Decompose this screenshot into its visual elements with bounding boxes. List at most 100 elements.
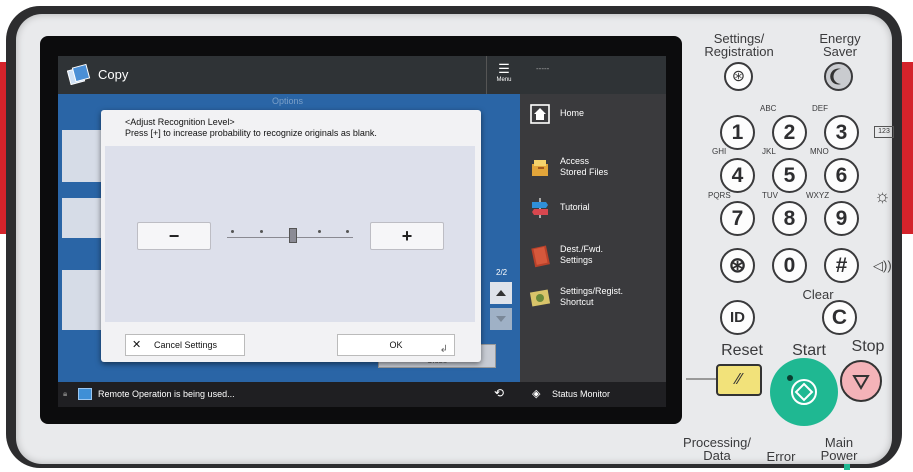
slider-tick [260, 230, 263, 233]
settings-registration-label: Settings/ Registration [704, 31, 774, 59]
key-6[interactable]: 6 [824, 158, 859, 193]
option-tile[interactable] [62, 270, 102, 330]
key-7-letters: PQRS [708, 191, 731, 200]
key-1[interactable]: 1 [720, 115, 755, 150]
slider-tick [231, 230, 234, 233]
minus-button[interactable]: − [137, 222, 211, 250]
cancel-settings-label: Cancel Settings [154, 340, 218, 350]
plus-button[interactable]: + [370, 222, 444, 250]
menu-button[interactable]: ☰ Menu [486, 56, 521, 94]
option-tile[interactable] [62, 130, 102, 182]
tutorial-icon [532, 198, 548, 218]
settings-gear-icon: ⊛ [731, 68, 746, 85]
ok-label: OK [389, 340, 403, 350]
start-button[interactable] [770, 358, 838, 426]
slider-tick [318, 230, 321, 233]
dialog-heading: <Adjust Recognition Level> [125, 117, 235, 127]
key-2[interactable]: 2 [772, 115, 807, 150]
lock-icon: 🔒︎ [63, 389, 68, 398]
reset-button[interactable]: ⁄⁄ [716, 364, 762, 396]
key-3[interactable]: 3 [824, 115, 859, 150]
ok-button[interactable]: OK ↲ [337, 334, 455, 356]
key-8[interactable]: 8 [772, 201, 807, 236]
tutorial-label: Tutorial [560, 202, 590, 212]
key-asterisk[interactable]: ⊛ [720, 248, 755, 283]
remote-operation-icon[interactable]: ⟲ [494, 386, 504, 400]
energy-saver-label: Energy Saver [819, 31, 861, 59]
key-6-letters: MNO [810, 147, 829, 156]
status-bar: 🔒︎ Remote Operation is being used... ⟲ ◈… [58, 382, 666, 407]
dest-fwd-settings-button[interactable]: Dest./Fwd. Settings [520, 236, 666, 276]
key-5[interactable]: 5 [772, 158, 807, 193]
error-label: Error [766, 449, 796, 464]
id-button[interactable]: ID [720, 300, 755, 335]
key-0[interactable]: 0 [772, 248, 807, 283]
home-label: Home [560, 108, 585, 118]
stop-icon [852, 375, 870, 390]
shortcut-icon [529, 289, 551, 307]
page-indicator: 2/2 [496, 268, 508, 277]
clear-label: Clear [802, 287, 834, 302]
brightness-icon[interactable]: ☼ [874, 186, 891, 207]
stop-label: Stop [851, 338, 885, 355]
status-text: Remote Operation is being used... [98, 389, 235, 399]
processing-data-label: Processing/ Data [683, 435, 751, 463]
arrow-up-icon [496, 290, 506, 296]
clear-button[interactable]: C [822, 300, 857, 335]
right-panel: ----- Home Access Stored Files Tutorial … [520, 56, 666, 382]
main-power-indicator [844, 464, 850, 470]
main-power-label: Main Power [820, 435, 858, 463]
home-icon [530, 104, 550, 124]
slider-tick [346, 230, 349, 233]
key-4-letters: GHI [712, 147, 727, 156]
access-stored-files-button[interactable]: Access Stored Files [520, 148, 666, 188]
right-panel-header: ----- [520, 56, 666, 94]
key-8-letters: TUV [762, 191, 778, 200]
divider [686, 378, 716, 380]
key-9[interactable]: 9 [824, 201, 859, 236]
book-icon [531, 245, 550, 268]
menu-icon: ☰ [498, 61, 510, 76]
key-4[interactable]: 4 [720, 158, 755, 193]
settings-regist-shortcut-button[interactable]: Settings/Regist. Shortcut [520, 278, 666, 318]
dialog-title: <Adjust Recognition Level> Press [+] to … [125, 117, 377, 139]
home-button[interactable]: Home [520, 94, 666, 134]
slider-thumb[interactable] [289, 228, 297, 243]
scroll-up-button[interactable] [490, 282, 512, 304]
scroll-down-button[interactable] [490, 308, 512, 330]
energy-saver-button[interactable] [824, 62, 853, 91]
key-hash[interactable]: # [824, 248, 859, 283]
touch-screen: Copy ☰ Menu Options 2/2 Close ----- [58, 56, 666, 407]
counter-icon[interactable]: 123 [874, 126, 894, 138]
copy-icon [67, 63, 91, 85]
key-7[interactable]: 7 [720, 201, 755, 236]
moon-icon [830, 68, 841, 85]
key-5-letters: JKL [762, 147, 776, 156]
numeric-keypad: 1 2 3 4 5 6 7 8 9 ⊛ 0 # [720, 115, 860, 315]
dialog-description: Press [+] to increase probability to rec… [125, 128, 377, 138]
access-stored-files-label: Access Stored Files [560, 156, 609, 177]
reset-label: Reset [721, 342, 763, 359]
reset-icon: ⁄⁄ [736, 371, 742, 388]
arrow-down-icon [496, 316, 506, 322]
option-tile[interactable] [62, 198, 102, 238]
dialog-body: − + [105, 146, 475, 322]
key-9-letters: WXYZ [806, 191, 830, 200]
key-3-letters: DEF [812, 104, 828, 113]
cancel-settings-button[interactable]: ✕ Cancel Settings [125, 334, 245, 356]
status-monitor-icon: ◈ [532, 388, 541, 400]
status-monitor-button[interactable]: Status Monitor [552, 389, 610, 399]
dest-fwd-settings-label: Dest./Fwd. Settings [560, 244, 604, 265]
adjust-recognition-dialog: <Adjust Recognition Level> Press [+] to … [101, 110, 481, 362]
app-title: Copy [98, 67, 129, 82]
stop-button[interactable] [840, 360, 882, 402]
tutorial-button[interactable]: Tutorial [520, 188, 666, 228]
enter-icon: ↲ [439, 344, 448, 355]
menu-label: Menu [496, 77, 512, 83]
volume-icon[interactable]: ◁)) [873, 258, 892, 274]
header-text: ----- [536, 64, 550, 73]
key-2-letters: ABC [760, 104, 777, 113]
stored-files-icon [532, 160, 548, 176]
title-bar: Copy ☰ Menu [58, 56, 520, 94]
settings-registration-button[interactable]: ⊛ [724, 62, 753, 91]
